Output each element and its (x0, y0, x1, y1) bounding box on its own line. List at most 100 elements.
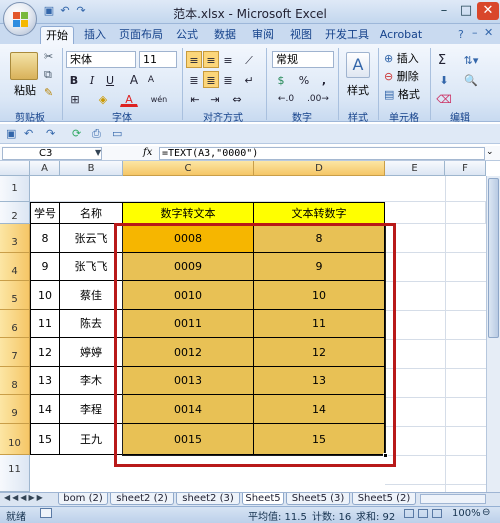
cell-b7[interactable]: 婷婷 (60, 338, 123, 367)
ribbon-close-icon[interactable]: ✕ (484, 26, 493, 39)
number-format-dropdown[interactable]: 常规 (272, 51, 334, 68)
select-all-corner[interactable] (0, 161, 30, 176)
preview-icon[interactable]: ▭ (112, 127, 122, 140)
refresh-icon[interactable]: ⟳ (72, 127, 81, 140)
tab-page-layout[interactable]: 页面布局 (118, 26, 164, 44)
tab-view[interactable]: 视图 (286, 26, 316, 44)
tab-home[interactable]: 开始 (40, 26, 74, 44)
tab-acrobat[interactable]: Acrobat (378, 26, 424, 44)
cell-b5[interactable]: 蔡佳 (60, 281, 123, 310)
page-break-view-icon[interactable] (432, 509, 442, 518)
formula-input[interactable]: =TEXT(A3,"0000") (159, 147, 485, 160)
cell-a2[interactable]: 学号 (30, 202, 60, 224)
expand-formula-icon[interactable]: ⌄ (486, 147, 494, 157)
delete-cells-button[interactable]: ⊖ 删除 (384, 68, 419, 84)
row-header-8[interactable]: 8 (0, 367, 30, 395)
align-bottom-icon[interactable]: ≡ (220, 51, 236, 68)
insert-cells-button[interactable]: ⊕ 插入 (384, 50, 419, 66)
row-header-3[interactable]: 3 (0, 224, 30, 253)
cell-a6[interactable]: 11 (30, 310, 60, 338)
sheet-tab[interactable]: sheet2 (3) (176, 493, 240, 505)
vertical-scrollbar[interactable] (486, 176, 500, 492)
cell-b6[interactable]: 陈去 (60, 310, 123, 338)
zoom-out-icon[interactable]: ⊖ (482, 507, 490, 518)
cell-d5[interactable]: 10 (254, 281, 385, 310)
cell-c7[interactable]: 0012 (123, 338, 254, 367)
row-header-5[interactable]: 5 (0, 281, 30, 310)
wrap-text-icon[interactable]: ↵ (240, 71, 258, 88)
comma-button[interactable]: , (316, 71, 332, 88)
macro-record-icon[interactable] (40, 508, 52, 518)
merge-center-icon[interactable]: ⇔ (226, 90, 248, 107)
undo-icon[interactable]: ↶ (24, 127, 33, 140)
close-icon[interactable]: ✕ (477, 2, 499, 20)
sheet-tab[interactable]: sheet2 (2) (110, 493, 174, 505)
align-right-icon[interactable]: ≣ (220, 71, 236, 88)
italic-button[interactable]: I (84, 71, 100, 88)
page-layout-view-icon[interactable] (418, 509, 428, 518)
normal-view-icon[interactable] (404, 509, 414, 518)
row-header-9[interactable]: 9 (0, 395, 30, 424)
format-cells-button[interactable]: ▤ 格式 (384, 86, 420, 102)
paste-button[interactable]: 粘贴 (10, 82, 40, 98)
paste-icon[interactable] (10, 52, 38, 80)
fill-icon[interactable]: ⬇ (434, 71, 454, 88)
zoom-level[interactable]: 100% (452, 508, 481, 519)
font-name-dropdown[interactable]: 宋体 (66, 51, 136, 68)
row-header-2[interactable]: 2 (0, 202, 30, 224)
styles-button[interactable]: 样式 (342, 82, 374, 98)
borders-icon[interactable]: ⊞ (66, 90, 84, 107)
sort-filter-icon[interactable]: ⇅▾ (458, 51, 484, 68)
save-icon[interactable]: ▣ (6, 127, 16, 140)
col-header-e[interactable]: E (385, 161, 445, 176)
print-icon[interactable]: ⎙ (92, 127, 101, 141)
copy-icon[interactable]: ⧉ (44, 68, 52, 82)
col-header-a[interactable]: A (30, 161, 60, 176)
align-middle-icon[interactable]: ≡ (203, 51, 219, 68)
cell-a10[interactable]: 15 (30, 424, 60, 455)
col-header-d[interactable]: D (254, 161, 385, 176)
autosum-button[interactable]: Σ (434, 51, 450, 68)
increase-decimal-icon[interactable]: ←.0 (272, 90, 300, 107)
office-button[interactable] (3, 2, 37, 36)
align-center-icon[interactable]: ≣ (203, 71, 219, 88)
cell-c10[interactable]: 0015 (123, 424, 254, 455)
align-left-icon[interactable]: ≣ (186, 71, 202, 88)
row-header-10[interactable]: 10 (0, 424, 30, 455)
shrink-font-button[interactable]: A (143, 71, 159, 88)
sheet-tab[interactable]: bom (2) (58, 493, 108, 505)
maximize-icon[interactable]: □ (455, 2, 477, 20)
name-box-dropdown-icon[interactable]: ▼ (95, 148, 101, 157)
fill-color-icon[interactable]: ◈ (94, 90, 112, 107)
help-icon[interactable]: ? (458, 28, 464, 41)
clear-icon[interactable]: ⌫ (434, 90, 454, 107)
sheet-tab-active[interactable]: Sheet5 (242, 493, 284, 505)
orientation-icon[interactable]: ⟋ (240, 51, 258, 68)
sheet-tab[interactable]: Sheet5 (2) (352, 493, 416, 505)
scroll-thumb[interactable] (488, 178, 499, 338)
cell-d8[interactable]: 13 (254, 367, 385, 395)
cell-b9[interactable]: 李程 (60, 395, 123, 424)
row-11-empty[interactable] (30, 455, 486, 492)
tab-review[interactable]: 审阅 (248, 26, 278, 44)
row-header-1[interactable]: 1 (0, 176, 30, 202)
cell-d7[interactable]: 12 (254, 338, 385, 367)
col-header-f[interactable]: F (445, 161, 486, 176)
fill-handle[interactable] (383, 453, 388, 458)
phonetic-button[interactable]: wén (146, 90, 172, 107)
tab-insert[interactable]: 插入 (80, 26, 110, 44)
cell-d10[interactable]: 15 (254, 424, 385, 455)
cell-a4[interactable]: 9 (30, 253, 60, 281)
row-1-empty[interactable] (30, 176, 486, 202)
cell-c4[interactable]: 0009 (123, 253, 254, 281)
name-box[interactable]: C3 (2, 147, 102, 160)
find-select-icon[interactable]: 🔍 (458, 71, 484, 88)
empty-cells-ef[interactable] (385, 224, 486, 492)
cell-a7[interactable]: 12 (30, 338, 60, 367)
cell-d4[interactable]: 9 (254, 253, 385, 281)
cell-a9[interactable]: 14 (30, 395, 60, 424)
cell-a8[interactable]: 13 (30, 367, 60, 395)
row-header-11[interactable]: 11 (0, 455, 30, 492)
decrease-indent-icon[interactable]: ⇤ (186, 90, 204, 107)
row-header-7[interactable]: 7 (0, 338, 30, 367)
